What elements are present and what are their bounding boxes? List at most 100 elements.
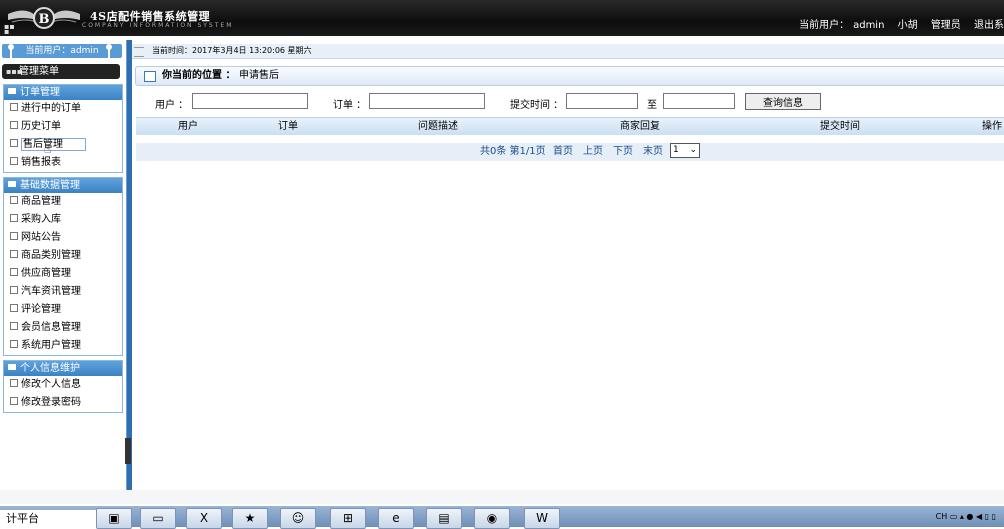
page-select[interactable]: 1 ⌄ — [670, 143, 700, 158]
pager-first[interactable]: 首页 — [553, 143, 573, 161]
app-header: B ▪▪ ▪ 4S店配件销售系统管理 COMPANY INFORMATION SY… — [0, 0, 1004, 36]
doc-icon — [10, 196, 18, 204]
sidebar-item-after-sales[interactable]: 售后管理 ☝ — [4, 136, 122, 156]
group-icon — [8, 364, 16, 370]
time-from-input[interactable] — [566, 93, 638, 109]
column-header: 问题描述 — [418, 121, 458, 132]
svg-text:B: B — [39, 12, 50, 27]
sidebar-item-label: 历史订单 — [21, 121, 61, 132]
taskbar: 计平台 ▣ ▭ X ★ ☺ ⊞ e ▤ ◉ W CH ▭ ▴ ● ◀ ▯ ▯ — [0, 506, 1004, 529]
menu-group-base-data: 基础数据管理 商品管理 采购入库 网站公告 商品类别管理 供应商管理 汽车资讯管… — [3, 177, 123, 356]
doc-icon — [10, 304, 18, 312]
avatar-icon[interactable]: ☺ — [280, 508, 316, 529]
bentley-logo-icon: B — [8, 7, 80, 29]
word-icon[interactable]: W — [524, 508, 560, 529]
search-form: 用户 ： 订单 ： 提交时间 ： 至 查询信息 — [135, 90, 1004, 114]
sidebar-item-label: 汽车资讯管理 — [21, 286, 81, 297]
current-user-label: 当前用户： — [799, 20, 850, 31]
column-header: 订单 — [278, 121, 298, 132]
doc-icon — [10, 340, 18, 348]
sidebar-item-members[interactable]: 会员信息管理 — [4, 319, 122, 337]
logout-link[interactable]: 退出系统 — [974, 20, 1004, 31]
pager-last[interactable]: 末页 — [643, 143, 663, 161]
sidebar-item-system-users[interactable]: 系统用户管理 — [4, 337, 122, 355]
sidebar: 当前用户：admin ▪▪▪管理菜单 订单管理 进行中的订单 历史订单 售后管理… — [0, 40, 127, 500]
doc-icon — [10, 286, 18, 294]
user-input[interactable] — [192, 93, 308, 109]
taskbar-start[interactable]: 计平台 — [0, 510, 96, 527]
app-subtitle: COMPANY INFORMATION SYSTEM — [82, 22, 234, 29]
sidebar-item-label: 会员信息管理 — [21, 322, 81, 333]
header-user-info: 当前用户：admin 小胡 管理员 退出系统 — [789, 16, 1004, 31]
doc-icon — [10, 379, 18, 387]
sidebar-item-label: 售后管理 — [21, 138, 86, 151]
database-icon[interactable]: ▤ — [426, 508, 462, 529]
menu-header: ▪▪▪管理菜单 — [2, 64, 120, 79]
grip-icon: ▪▪ ▪ — [4, 22, 15, 36]
sidebar-item-change-password[interactable]: 修改登录密码 — [4, 394, 122, 412]
sidebar-item-announcements[interactable]: 网站公告 — [4, 229, 122, 247]
sidebar-item-label: 供应商管理 — [21, 268, 71, 279]
time-label: 提交时间 ： — [510, 100, 564, 111]
folder-icon[interactable]: ▭ — [140, 508, 176, 529]
column-header: 操作 — [982, 121, 1002, 132]
ie-icon[interactable]: e — [378, 508, 414, 529]
page-select-value: 1 — [673, 145, 679, 155]
sidebar-item-categories[interactable]: 商品类别管理 — [4, 247, 122, 265]
app-icon[interactable]: ▣ — [96, 508, 132, 529]
bottom-strip — [0, 490, 1004, 504]
collapse-arrow-icon[interactable] — [125, 438, 131, 464]
excel-icon[interactable]: X — [186, 508, 222, 529]
pager-next[interactable]: 下页 — [613, 143, 633, 161]
menu-group-title-text: 个人信息维护 — [20, 363, 80, 374]
menu-group-personal: 个人信息维护 修改个人信息 修改登录密码 — [3, 360, 123, 413]
system-tray: CH ▭ ▴ ● ◀ ▯ ▯ — [935, 512, 996, 521]
sidebar-item-active-orders[interactable]: 进行中的订单 — [4, 100, 122, 118]
time-to-input[interactable] — [663, 93, 735, 109]
menu-title: 管理菜单 — [19, 66, 59, 77]
search-button[interactable]: 查询信息 — [745, 93, 821, 110]
sidebar-item-car-news[interactable]: 汽车资讯管理 — [4, 283, 122, 301]
doc-icon — [10, 103, 18, 111]
sidebar-current-user: 当前用户：admin — [2, 44, 122, 59]
status-bar: 当前时间：2017年3月4日 13:20:06 星期六 — [132, 44, 1004, 59]
sidebar-item-label: 采购入库 — [21, 214, 61, 225]
sidebar-item-edit-profile[interactable]: 修改个人信息 — [4, 376, 122, 394]
sidebar-item-purchase[interactable]: 采购入库 — [4, 211, 122, 229]
star-icon[interactable]: ★ — [232, 508, 268, 529]
sidebar-item-products[interactable]: 商品管理 — [4, 193, 122, 211]
doc-icon — [10, 322, 18, 330]
sidebar-item-comments[interactable]: 评论管理 — [4, 301, 122, 319]
doc-icon — [10, 139, 18, 147]
sidebar-item-suppliers[interactable]: 供应商管理 — [4, 265, 122, 283]
menu-group-title[interactable]: 个人信息维护 — [4, 361, 122, 376]
pin-icon — [106, 44, 112, 59]
doc-icon — [10, 157, 18, 165]
breadcrumb: 你当前的位置 ： 申请售后 — [135, 66, 1004, 86]
order-input[interactable] — [369, 93, 485, 109]
menu-group-title[interactable]: 订单管理 — [4, 85, 122, 100]
sidebar-item-label: 修改登录密码 — [21, 397, 81, 408]
column-header: 提交时间 — [820, 121, 860, 132]
doc-icon — [10, 232, 18, 240]
doc-icon — [10, 397, 18, 405]
current-user-name: admin — [853, 20, 885, 31]
network-icon[interactable]: ⊞ — [330, 508, 366, 529]
user-role: 管理员 — [930, 20, 961, 31]
sidebar-item-label: 商品管理 — [21, 196, 61, 207]
sidebar-item-label: 修改个人信息 — [21, 379, 81, 390]
sidebar-item-label: 销售报表 — [21, 157, 61, 168]
doc-icon — [10, 121, 18, 129]
user-name: 小胡 — [897, 20, 918, 31]
grid-icon: ▪▪▪ — [6, 67, 23, 76]
tray-language[interactable]: CH — [936, 512, 948, 521]
sidebar-splitter[interactable] — [127, 40, 132, 500]
menu-group-title[interactable]: 基础数据管理 — [4, 178, 122, 193]
menu-toggle-icon[interactable] — [134, 47, 144, 57]
menu-group-title-text: 基础数据管理 — [20, 180, 80, 191]
sidebar-item-sales-report[interactable]: 销售报表 — [4, 154, 122, 172]
pager-prev[interactable]: 上页 — [583, 143, 603, 161]
breadcrumb-label: 你当前的位置 ： — [162, 70, 236, 81]
sidebar-item-history-orders[interactable]: 历史订单 — [4, 118, 122, 136]
browser-icon[interactable]: ◉ — [474, 508, 510, 529]
